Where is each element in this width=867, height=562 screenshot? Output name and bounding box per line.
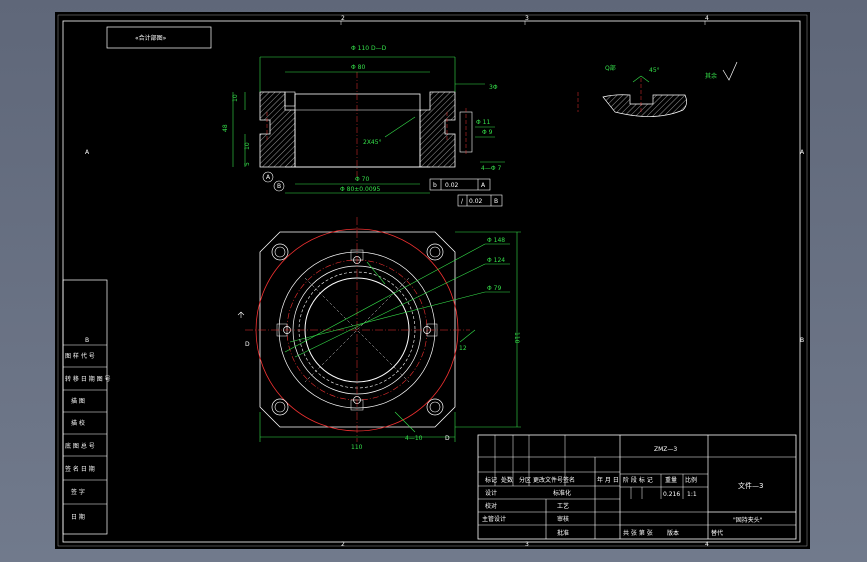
sheet-ref: 版本 xyxy=(667,529,679,537)
dim-79: Φ 79 xyxy=(487,285,501,292)
zone-right-a: A xyxy=(800,149,805,156)
svg-text:b: b xyxy=(433,182,437,189)
cad-viewport[interactable]: 2 3 4 2 3 4 A B A B «合计部图» 图 样 代 号 转 移 日… xyxy=(0,0,867,562)
tolerance-frame-2: / 0.02 B xyxy=(457,194,503,207)
detail-label: Q部 xyxy=(605,64,616,72)
drawing-number: ZMZ—3 xyxy=(654,446,677,453)
left-cell-0: 图 样 代 号 xyxy=(65,352,95,360)
dim-h4: 5 xyxy=(244,162,251,166)
hdr-doc: 更改文件号签名 xyxy=(533,476,575,484)
left-cell-3: 描 校 xyxy=(71,419,85,427)
title-block: ZMZ—3 标记 处数 分区 更改文件号签名 年 月 日 阶 段 标 记 重量 … xyxy=(477,434,797,540)
tolerance-frame-1: b 0.02 A xyxy=(429,178,491,191)
dim-base: Φ 80±0.0095 xyxy=(340,186,380,193)
svg-text:0.02: 0.02 xyxy=(469,198,483,205)
zone-top-4: 4 xyxy=(705,15,709,22)
dim-148: Φ 148 xyxy=(487,237,505,244)
dim-small2: Φ 9 xyxy=(482,129,493,136)
hdr-date: 年 月 日 xyxy=(597,476,619,484)
dim-h2: 48 xyxy=(222,124,229,132)
dim-bore: Φ 70 xyxy=(355,176,369,183)
roughness-label: 其余 xyxy=(705,72,717,80)
zone-bottom-4: 4 xyxy=(705,541,709,548)
section-letter-left: D xyxy=(245,341,250,348)
left-column: 图 样 代 号 转 移 日 期 图 号 描 图 描 校 底 图 总 号 签 名 … xyxy=(62,279,111,535)
dim-outer-top: Φ 110 xyxy=(351,45,369,52)
left-cell-2: 描 图 xyxy=(71,397,85,405)
svg-text:B: B xyxy=(494,198,498,205)
drawing-sheet: 2 3 4 2 3 4 A B A B «合计部图» 图 样 代 号 转 移 日… xyxy=(55,12,810,549)
zone-bottom-2: 2 xyxy=(341,541,345,548)
row-review: 审核 xyxy=(557,515,569,523)
detail-view: Q部 45° 其余 xyxy=(577,61,738,117)
dim-12: 12 xyxy=(459,345,467,352)
part-name: 文件—3 xyxy=(738,481,763,490)
svg-text:/: / xyxy=(461,198,464,205)
detail-dim: 45° xyxy=(649,67,660,74)
hdr-zone: 分区 xyxy=(519,476,531,484)
zone-right-b: B xyxy=(800,337,804,344)
section-view: Φ 110 D—D Φ 80 Φ 70 Φ 80±0.0095 2X45° 10… xyxy=(222,45,505,207)
dim-chamfer: 2X45° xyxy=(363,139,382,146)
scale-label: 比例 xyxy=(685,476,697,484)
roughness-symbol xyxy=(722,61,738,81)
dim-slot: 4—10 xyxy=(405,435,423,442)
sheets-label: 共 张 第 张 xyxy=(623,529,653,537)
dim-height: 110 xyxy=(513,332,520,344)
hdr-mark: 标记 xyxy=(485,476,497,484)
dim-h1: 10 xyxy=(232,94,239,102)
datum-b: B xyxy=(277,183,281,190)
zone-bottom-3: 3 xyxy=(525,541,529,548)
zone-top-3: 3 xyxy=(525,15,529,22)
dim-top: Φ 80 xyxy=(351,64,365,71)
row-check: 校对 xyxy=(485,502,497,510)
dim-h3: 10 xyxy=(244,142,251,150)
stage-label: 阶 段 标 记 xyxy=(623,476,653,484)
left-cell-1: 转 移 日 期 图 号 xyxy=(65,375,111,383)
plan-view: Φ 148 Φ 124 Φ 79 110 110 4—10 12 D D xyxy=(237,217,521,451)
row-approve: 批准 xyxy=(557,529,569,537)
row-design: 设计 xyxy=(485,489,497,497)
scale-value: 1:1 xyxy=(687,491,697,498)
section-letter-right: D xyxy=(445,435,450,442)
drawing-canvas: 2 3 4 2 3 4 A B A B «合计部图» 图 样 代 号 转 移 日… xyxy=(57,14,808,548)
leader-label: 3Φ xyxy=(489,84,498,91)
hdr-count: 处数 xyxy=(501,476,513,484)
row-chief: 主管设计 xyxy=(482,515,506,523)
dim-width: 110 xyxy=(351,444,363,451)
dim-holes: 4—Φ 7 xyxy=(481,165,501,172)
left-cell-5: 签 名 日 期 xyxy=(65,465,95,473)
dim-124: Φ 124 xyxy=(487,257,505,264)
svg-text:0.02: 0.02 xyxy=(445,182,459,189)
section-label: D—D xyxy=(371,45,387,52)
dim-small1: Φ 11 xyxy=(476,119,490,126)
mass-value: 0.216 xyxy=(663,491,680,498)
zone-left-a: A xyxy=(85,149,90,156)
row-standard: 标准化 xyxy=(553,489,571,497)
datum-a: A xyxy=(266,174,271,181)
svg-text:A: A xyxy=(481,182,486,189)
replace-label: 替代 xyxy=(711,529,723,537)
material-name: "固持夹头" xyxy=(733,516,763,524)
left-cell-4: 底 图 总 号 xyxy=(65,442,95,450)
zone-left-b: B xyxy=(85,337,89,344)
corner-label: «合计部图» xyxy=(135,34,167,42)
left-cell-6: 签 字 xyxy=(71,488,85,496)
zone-top-2: 2 xyxy=(341,15,345,22)
mass-label: 重量 xyxy=(665,476,677,484)
row-process: 工艺 xyxy=(557,502,569,510)
left-cell-7: 日 期 xyxy=(71,513,85,521)
